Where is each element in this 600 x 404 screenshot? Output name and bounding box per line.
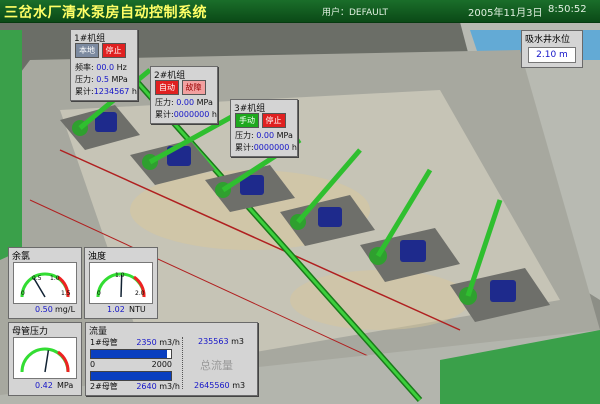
pump1-press-unit: MPa [111, 75, 128, 84]
main-pressure-gauge-panel: 母管压力 0.42 MPa [8, 322, 82, 396]
pump3-press-label: 压力: [235, 131, 254, 140]
main-pressure-value: 0.42 [35, 381, 53, 390]
chlorine-scale-1: 0.5 [32, 275, 42, 282]
flow-title: 流量 [89, 327, 108, 337]
flow-scale-max: 2000 [151, 360, 172, 369]
pump2-acc-value: 0000000 [173, 110, 210, 119]
date-display: 2005年11月3日 [468, 8, 543, 19]
flow-pipe1-label: 1#母管 [90, 338, 118, 347]
pump3-acc-label: 累计: [235, 143, 254, 152]
pump3-press-value: 0.00 [256, 131, 275, 140]
flow-panel: 流量 1#母管 2350 m3/h 0 2000 2#母管 2640 m3/h … [85, 322, 258, 396]
turbidity-dial: 0 1.0 2.0 [89, 262, 153, 304]
pump2-acc-unit: h [211, 110, 217, 119]
pump1-freq-label: 频率: [75, 63, 94, 72]
turbidity-scale-0: 0 [97, 290, 101, 297]
flow-pipe2-rate: 2640 [136, 382, 157, 391]
chlorine-scale-3: 1.5 [61, 290, 71, 297]
pump2-press-unit: MPa [196, 98, 213, 107]
app-title: 三岔水厂清水泵房自动控制系统 [4, 5, 207, 21]
turbidity-gauge-panel: 浊度 0 1.0 2.0 1.02 NTU [84, 247, 158, 319]
pump1-state-button[interactable]: 停止 [101, 43, 126, 58]
chlorine-gauge-panel: 余氯 0 0.5 1.0 1.5 0.50 mg/L [8, 247, 82, 319]
main-pressure-needle [44, 350, 50, 373]
flow-pipe2-unit: m3/h [159, 382, 180, 391]
pump1-mode-button[interactable]: 本地 [75, 43, 99, 58]
pump1-acc-unit: h [131, 87, 137, 96]
flow-pipe1-unit: m3/h [159, 338, 180, 347]
time-display: 8:50:52 [548, 4, 587, 15]
pump1-press-label: 压力: [75, 75, 94, 84]
flow-pipe1-rate: 2350 [136, 338, 157, 347]
pump2-state-button[interactable]: 故障 [181, 80, 206, 95]
turbidity-unit: NTU [129, 305, 146, 314]
pump3-mode-button[interactable]: 手动 [235, 113, 259, 128]
chlorine-scale-0: 0 [21, 290, 25, 297]
pump3-acc-unit: h [291, 143, 297, 152]
pump1-freq-unit: Hz [116, 63, 127, 72]
turbidity-scale-1: 1.0 [115, 272, 125, 279]
pump2-press-value: 0.00 [176, 98, 195, 107]
flow-pipe2-total: 2645560 [194, 381, 230, 390]
pump3-state-button[interactable]: 停止 [261, 113, 286, 128]
pump1-freq-value: 00.0 [96, 63, 115, 72]
chlorine-value: 0.50 [35, 305, 53, 314]
turbidity-value: 1.02 [107, 305, 125, 314]
pump2-panel[interactable]: 2#机组 自动 故障 压力: 0.00 MPa 累计:0000000 h [150, 66, 218, 124]
pump3-acc-value: 0000000 [253, 143, 290, 152]
pump1-press-value: 0.5 [96, 75, 109, 84]
pump2-press-label: 压力: [155, 98, 174, 107]
chlorine-scale-2: 1.0 [50, 275, 60, 282]
flow-pipe1-bar [90, 349, 172, 359]
chlorine-dial: 0 0.5 1.0 1.5 [13, 262, 77, 304]
pump1-panel[interactable]: 1#机组 本地 停止 频率: 00.0 Hz 压力: 0.5 MPa 累计:12… [70, 29, 138, 101]
flow-total-label: 总流量 [200, 359, 233, 372]
well-level-panel: 吸水井水位 2.10 m [521, 30, 583, 68]
user-label: 用户：DEFAULT [322, 8, 388, 18]
flow-scale-min: 0 [90, 360, 96, 369]
pump3-panel[interactable]: 3#机组 手动 停止 压力: 0.00 MPa 累计:0000000 h [230, 99, 298, 157]
header-bar: 三岔水厂清水泵房自动控制系统 用户：DEFAULT 2005年11月3日 8:5… [0, 0, 600, 23]
main-pressure-title: 母管压力 [12, 327, 49, 337]
main-pressure-unit: MPa [57, 381, 74, 390]
chlorine-unit: mg/L [55, 305, 76, 314]
well-level-value: 2.10 m [528, 47, 576, 63]
flow-pipe2-label: 2#母管 [90, 382, 118, 391]
pump2-acc-label: 累计: [155, 110, 174, 119]
pump1-acc-label: 累计: [75, 87, 94, 96]
flow-pipe1-total: 235563 [198, 337, 229, 346]
well-level-title: 吸水井水位 [525, 35, 571, 45]
flow-pipe1-fill [91, 350, 167, 358]
turbidity-title: 浊度 [88, 252, 107, 262]
flow-pipe2-total-unit: m3 [232, 381, 246, 390]
pump3-press-unit: MPa [276, 131, 293, 140]
turbidity-scale-2: 2.0 [135, 290, 145, 297]
main-pressure-dial [13, 337, 77, 379]
flow-pipe1-total-unit: m3 [231, 337, 244, 346]
chlorine-title: 余氯 [12, 252, 31, 262]
flow-pipe2-fill [91, 372, 171, 380]
pump1-acc-value: 1234567 [93, 87, 130, 96]
pump2-mode-button[interactable]: 自动 [155, 80, 179, 95]
flow-pipe2-bar [90, 371, 172, 381]
